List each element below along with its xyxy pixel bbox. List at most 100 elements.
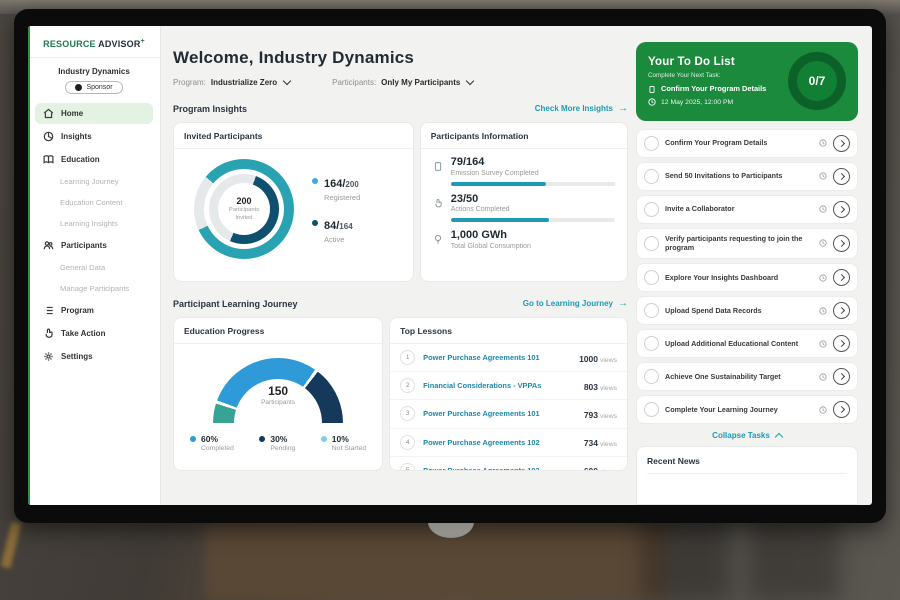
monitor-bezel: RESOURCE ADVISOR+ Industry Dynamics Spon…	[14, 9, 886, 523]
lesson-link[interactable]: Power Purchase Agreements 103	[423, 466, 584, 471]
lesson-row: 1 Power Purchase Agreements 101 1000view…	[390, 344, 627, 372]
todo-sidebar: Your To Do List Complete Your Next Task:…	[636, 26, 872, 505]
stat-consumption: 1,000 GWh Total Global Consumption	[433, 230, 615, 250]
task-chevron-button[interactable]	[833, 168, 850, 185]
todo-task-row[interactable]: Confirm Your Program Details	[636, 129, 858, 158]
legend-registered: 164/200 Registered	[312, 174, 360, 202]
sidebar-item-general-data[interactable]: General Data	[35, 258, 153, 277]
sponsor-label: Sponsor	[86, 84, 112, 91]
participants-information-card: Participants Information 79/164 Emission…	[420, 122, 628, 282]
education-progress-card: Education Progress 150 Participants 60%C…	[173, 317, 383, 471]
task-checkbox[interactable]	[644, 236, 659, 251]
lesson-link[interactable]: Power Purchase Agreements 101	[423, 353, 579, 362]
sidebar-item-program[interactable]: Program	[35, 300, 153, 321]
sidebar-item-label: Take Action	[61, 329, 105, 338]
sidebar-nav: Home Insights Education Learning Journey…	[28, 102, 160, 368]
todo-task-row[interactable]: Verify participants requesting to join t…	[636, 228, 858, 259]
legend-dot	[259, 436, 265, 442]
lesson-rank: 4	[400, 435, 415, 450]
clock-icon	[819, 373, 827, 381]
education-legend: 60%Completed 30%Pending 10%Not Started	[174, 424, 382, 452]
filters-row: Program: Industrialize Zero Participants…	[173, 78, 628, 87]
todo-task-row[interactable]: Upload Additional Educational Content	[636, 329, 858, 358]
learning-journey-heading: Participant Learning Journey	[173, 299, 298, 309]
app-logo: RESOURCE ADVISOR+	[28, 34, 160, 58]
legend-dot	[312, 220, 318, 226]
chevron-up-icon	[775, 433, 783, 441]
sidebar-item-learning-journey[interactable]: Learning Journey	[35, 172, 153, 191]
participants-filter[interactable]: Participants: Only My Participants	[332, 78, 473, 87]
sidebar-item-education-content[interactable]: Education Content	[35, 193, 153, 212]
task-checkbox[interactable]	[644, 336, 659, 351]
lesson-link[interactable]: Power Purchase Agreements 102	[423, 438, 584, 447]
home-icon	[43, 108, 54, 119]
sidebar-item-home[interactable]: Home	[35, 103, 153, 124]
todo-task-row[interactable]: Explore Your Insights Dashboard	[636, 263, 858, 292]
lesson-link[interactable]: Power Purchase Agreements 101	[423, 409, 584, 418]
task-label: Complete Your Learning Journey	[665, 405, 813, 415]
sidebar-item-settings[interactable]: Settings	[35, 346, 153, 367]
org-name: Industry Dynamics	[28, 67, 160, 76]
task-chevron-button[interactable]	[833, 368, 850, 385]
clock-icon	[819, 307, 827, 315]
task-checkbox[interactable]	[644, 169, 659, 184]
task-checkbox[interactable]	[644, 202, 659, 217]
task-checkbox[interactable]	[644, 303, 659, 318]
todo-task-row[interactable]: Send 50 Invitations to Participants	[636, 162, 858, 191]
task-chevron-button[interactable]	[833, 269, 850, 286]
task-checkbox[interactable]	[644, 369, 659, 384]
task-label: Send 50 Invitations to Participants	[665, 171, 813, 181]
legend-dot	[312, 178, 318, 184]
sidebar-item-manage-participants[interactable]: Manage Participants	[35, 279, 153, 298]
task-chevron-button[interactable]	[833, 135, 850, 152]
todo-title: Your To Do List	[648, 56, 780, 68]
program-filter-value: Industrialize Zero	[211, 78, 277, 87]
lesson-link[interactable]: Financial Considerations - VPPAs	[423, 381, 584, 390]
lesson-rank: 5	[400, 463, 415, 471]
task-checkbox[interactable]	[644, 270, 659, 285]
todo-task-row[interactable]: Achieve One Sustainability Target	[636, 362, 858, 391]
survey-icon	[433, 159, 444, 186]
task-checkbox[interactable]	[644, 402, 659, 417]
legend-pending: 30%Pending	[259, 434, 295, 452]
todo-task-row[interactable]: Upload Spend Data Records	[636, 296, 858, 325]
card-title: Participants Information	[421, 123, 627, 149]
legend-dot	[190, 436, 196, 442]
screen-left-accent	[28, 26, 30, 505]
task-checkbox[interactable]	[644, 136, 659, 151]
task-label: Invite a Collaborator	[665, 204, 813, 214]
sidebar-item-learning-insights[interactable]: Learning Insights	[35, 214, 153, 233]
todo-task-row[interactable]: Invite a Collaborator	[636, 195, 858, 224]
sidebar-item-participants[interactable]: Participants	[35, 235, 153, 256]
logo-primary: RESOURCE	[43, 39, 96, 49]
stat-actions: 23/50 Actions Completed	[433, 194, 615, 223]
sidebar-item-label: Settings	[61, 352, 93, 361]
clock-icon	[819, 239, 827, 247]
gauge-center-label: Participants	[213, 399, 343, 406]
task-label: Confirm Your Program Details	[665, 138, 813, 148]
participants-filter-value: Only My Participants	[381, 78, 460, 87]
sidebar-item-take-action[interactable]: Take Action	[35, 323, 153, 344]
collapse-tasks-link[interactable]: Collapse Tasks	[636, 431, 858, 440]
todo-task-row[interactable]: Complete Your Learning Journey	[636, 395, 858, 424]
task-chevron-button[interactable]	[833, 201, 850, 218]
education-gauge-chart: 150 Participants	[213, 358, 343, 424]
program-filter[interactable]: Program: Industrialize Zero	[173, 78, 290, 87]
check-more-insights-link[interactable]: Check More Insights →	[535, 103, 628, 114]
sidebar-item-education[interactable]: Education	[35, 149, 153, 170]
donut-center-value: 200	[236, 196, 251, 206]
clock-icon	[819, 139, 827, 147]
recent-news-heading: Recent News	[647, 456, 847, 474]
sidebar-item-label: General Data	[60, 263, 105, 272]
sidebar-item-insights[interactable]: Insights	[35, 126, 153, 147]
task-chevron-button[interactable]	[833, 335, 850, 352]
go-to-learning-journey-link[interactable]: Go to Learning Journey →	[523, 298, 628, 309]
task-chevron-button[interactable]	[833, 302, 850, 319]
todo-panel: Your To Do List Complete Your Next Task:…	[636, 42, 858, 121]
task-label: Verify participants requesting to join t…	[665, 234, 813, 253]
task-chevron-button[interactable]	[833, 401, 850, 418]
card-title: Education Progress	[174, 318, 382, 344]
program-icon	[43, 305, 54, 316]
task-label: Explore Your Insights Dashboard	[665, 273, 813, 283]
task-chevron-button[interactable]	[833, 235, 850, 252]
